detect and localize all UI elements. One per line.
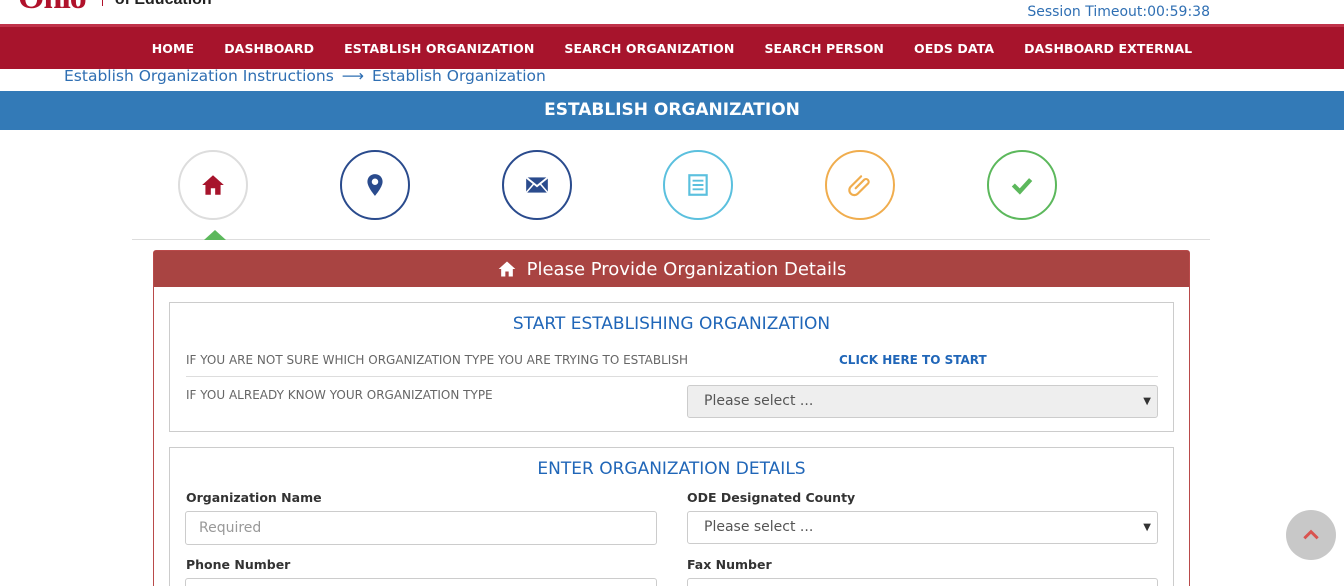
breadcrumb-current[interactable]: Establish Organization	[372, 67, 546, 85]
not-sure-label: IF YOU ARE NOT SURE WHICH ORGANIZATION T…	[186, 353, 688, 367]
page-title-bar: ESTABLISH ORGANIZATION	[0, 91, 1344, 130]
phone-input[interactable]	[185, 578, 657, 586]
panel-header: Please Provide Organization Details	[154, 251, 1189, 287]
breadcrumb: Establish Organization Instructions ⟶ Esta…	[64, 67, 546, 85]
know-type-row: IF YOU ALREADY KNOW YOUR ORGANIZATION TY…	[186, 385, 1158, 424]
nav-item-establish-organization[interactable]: ESTABLISH ORGANIZATION	[329, 41, 549, 56]
logo-mark: Ohio	[18, 0, 87, 15]
logo-divider	[101, 0, 103, 6]
session-timeout: Session Timeout:00:59:38	[1027, 4, 1210, 20]
county-select[interactable]: Please select ... ▼	[687, 511, 1158, 544]
organization-type-value: Please select ...	[704, 393, 814, 409]
organization-type-select[interactable]: Please select ... ▼	[687, 385, 1158, 418]
breadcrumb-parent-link[interactable]: Establish Organization Instructions	[64, 67, 334, 85]
step-address[interactable]	[340, 150, 410, 220]
panel-title: Please Provide Organization Details	[526, 258, 847, 280]
logo-subtitle: of Education	[115, 0, 212, 10]
nav-item-home[interactable]: HOME	[137, 41, 209, 56]
chevron-down-icon: ▼	[1143, 522, 1151, 533]
page: Ohio of Education Session Timeout:00:59:…	[0, 0, 1344, 586]
section-title: ENTER ORGANIZATION DETAILS	[537, 459, 806, 479]
nav-item-oeds-data[interactable]: OEDS DATA	[899, 41, 1009, 56]
wizard-steps	[132, 150, 1210, 240]
know-type-label: IF YOU ALREADY KNOW YOUR ORGANIZATION TY…	[186, 388, 493, 402]
step-organization-details[interactable]	[178, 150, 248, 220]
org-name-label: Organization Name	[186, 490, 322, 505]
county-value: Please select ...	[704, 519, 814, 535]
county-label: ODE Designated County	[687, 490, 856, 505]
paperclip-icon	[848, 175, 870, 197]
step-confirm[interactable]	[987, 150, 1057, 220]
section-title: START ESTABLISHING ORGANIZATION	[512, 314, 831, 334]
fax-input[interactable]	[687, 578, 1158, 586]
home-icon	[498, 261, 515, 277]
top-header: Ohio of Education Session Timeout:00:59:…	[0, 0, 1344, 24]
chevron-down-icon: ▼	[1143, 396, 1151, 407]
map-marker-icon	[367, 174, 383, 196]
fax-label: Fax Number	[687, 557, 772, 572]
chevron-up-icon	[1303, 529, 1319, 540]
nav-item-dashboard[interactable]: DASHBOARD	[209, 41, 329, 56]
nav-item-search-person[interactable]: SEARCH PERSON	[749, 41, 899, 56]
org-name-input[interactable]: Required	[185, 511, 657, 545]
step-attachments[interactable]	[825, 150, 895, 220]
list-icon	[688, 174, 708, 196]
organization-details-panel: Please Provide Organization Details STAR…	[153, 250, 1190, 586]
nav-item-dashboard-external[interactable]: DASHBOARD EXTERNAL	[1009, 41, 1207, 56]
envelope-icon	[525, 176, 549, 194]
main-navbar: HOME DASHBOARD ESTABLISH ORGANIZATION SE…	[0, 24, 1344, 69]
enter-details-section: ENTER ORGANIZATION DETAILS Organization …	[169, 447, 1174, 586]
step-contact[interactable]	[502, 150, 572, 220]
start-establishing-section: START ESTABLISHING ORGANIZATION IF YOU A…	[169, 302, 1174, 432]
page-title: ESTABLISH ORGANIZATION	[544, 100, 800, 120]
breadcrumb-separator: ⟶	[341, 67, 365, 85]
step-details[interactable]	[663, 150, 733, 220]
nav-item-search-organization[interactable]: SEARCH ORGANIZATION	[549, 41, 749, 56]
phone-label: Phone Number	[186, 557, 291, 572]
home-icon	[202, 175, 224, 195]
not-sure-row: IF YOU ARE NOT SURE WHICH ORGANIZATION T…	[186, 353, 1158, 377]
click-here-to-start-link[interactable]: CLICK HERE TO START	[839, 353, 987, 367]
check-icon	[1011, 178, 1033, 195]
scroll-to-top-button[interactable]	[1286, 510, 1336, 560]
logo[interactable]: Ohio of Education	[18, 0, 212, 15]
active-step-marker	[204, 230, 226, 240]
